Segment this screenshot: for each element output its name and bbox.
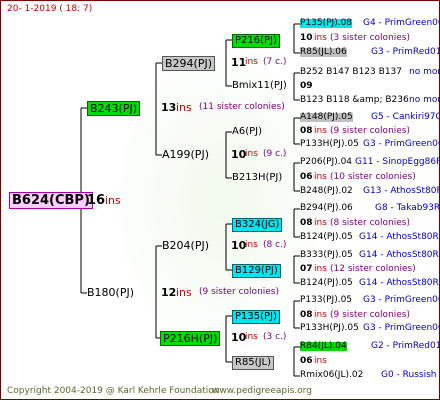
gen4-ins-count: 06 [300,172,313,182]
gen4-sister-colonies: (8 sister colonies) [330,218,411,228]
gen1-sister-colonies: (11 sister colonies) [199,102,285,112]
gen3-queen-a6[interactable]: A6(PJ) [232,127,262,137]
gen1-queen-b180[interactable]: B180(PJ) [87,287,134,298]
gen2-ins-label: ins [245,240,258,250]
gen4-breeder: G3 - PrimGreen00 [363,295,440,305]
gen2-sister-colonies: (7 c.) [263,57,287,67]
gen4-breeder: no more [409,67,439,77]
gen4-ins-label: ins [314,356,327,366]
gen4-breeder: G2 - PrimRed01 [371,341,440,351]
report-date: 20- 1-2019 ( 18: 7) [7,4,93,14]
gen4-mother-breeder: G14 - AthosSt80R [359,232,439,242]
gen4-queen[interactable]: A148(PJ).05 [300,113,353,122]
gen2-queen-a199[interactable]: A199(PJ) [162,149,209,160]
gen2-ins-label: ins [245,57,258,67]
gen4-sister-colonies: (10 sister colonies) [330,172,416,182]
gen4-mother[interactable]: B124(PJ).05 [300,279,353,288]
gen2-queen-b294[interactable]: B294(PJ) [162,56,216,71]
gen2-sister-colonies: (8 c.) [263,240,287,250]
gen4-mother[interactable]: Rmix06(JL).02 [300,371,363,380]
gen3-queen-b324[interactable]: B324(JG) [232,218,283,232]
gen4-queen[interactable]: P133(PJ).05 [300,296,352,305]
gen2-sister-colonies: (3 c.) [263,332,287,342]
gen1-ins-label: ins [176,101,192,114]
gen4-sister-colonies: (12 sister colonies) [330,264,416,274]
pedigree-frame: 20- 1-2019 ( 18: 7) B624(CBP) 16 ins B24… [0,0,440,400]
gen3-queen-b213h[interactable]: B213H(PJ) [232,173,282,183]
gen4-sister-colonies: (3 sister colonies) [330,33,411,43]
gen3-queen-p135[interactable]: P135(PJ) [232,310,280,324]
gen3-queen-r85[interactable]: R85(JL) [232,356,274,370]
gen4-ins-count: 09 [300,81,313,91]
gen4-mother-breeder: G3 - PrimGreen00 [363,139,440,149]
gen4-ins-count: 10 [300,33,313,43]
gen4-ins-count: 06 [300,356,313,366]
gen4-ins-count: 08 [300,310,313,320]
gen3-queen-b129[interactable]: B129(PJ) [232,264,281,278]
gen4-ins-label: ins [314,126,327,136]
gen4-queen[interactable]: P135(PJ).08 [300,19,353,28]
gen4-ins-label: ins [314,264,327,274]
gen4-breeder: G4 - PrimGreen00 [363,18,440,28]
gen2-ins-label: ins [245,149,258,159]
gen4-mother[interactable]: P133H(PJ).05 [300,140,359,149]
gen1-queen-b243[interactable]: B243(PJ) [87,101,141,116]
gen1-ins-count: 13 [161,101,177,114]
root-ins-count: 16 [87,193,106,208]
gen4-sister-colonies: (9 sister colonies) [330,126,411,136]
gen2-ins-label: ins [245,332,258,342]
gen4-mother-breeder: G3 - PrimGreen00 [363,323,440,333]
gen4-queen[interactable]: B294(PJ).06 [300,204,353,213]
gen3-queen-p216[interactable]: P216(PJ) [232,34,280,48]
gen4-mother-breeder: G14 - AthosSt80R [359,278,439,288]
gen4-mother[interactable]: B248(PJ).02 [300,187,353,196]
gen4-queen[interactable]: B333(PJ).05 [300,251,353,260]
footer-site-link[interactable]: www.pedigreeapis.org [212,387,312,396]
gen4-ins-count: 08 [300,218,313,228]
gen2-queen-b204[interactable]: B204(PJ) [162,240,209,251]
gen4-mother[interactable]: B123 B118 &amp; B236 [300,96,409,105]
gen4-ins-label: ins [314,172,327,182]
gen4-mother-breeder: G3 - PrimRed01 [371,47,440,57]
gen4-breeder: G5 - Cankiri97Q [371,112,440,122]
gen4-mother[interactable]: B124(PJ).05 [300,233,353,242]
gen4-ins-label: ins [314,310,327,320]
gen4-ins-count: 07 [300,264,313,274]
gen4-mother-breeder: G13 - AthosSt80R [363,186,440,196]
gen1-ins-count: 12 [161,286,177,299]
gen4-breeder: G11 - SinopEgg86R [355,157,440,167]
gen4-queen[interactable]: B252 B147 B123 B137 [300,68,402,77]
footer-copyright: Copyright 2004-2019 @ Karl Kehrle Founda… [7,386,220,396]
gen2-queen-p216h[interactable]: P216H(PJ) [160,331,221,346]
gen4-ins-label: ins [314,33,327,43]
gen3-queen-bmix11[interactable]: Bmix11(PJ) [232,81,287,91]
gen4-breeder: G8 - Takab93R [375,203,440,213]
gen1-sister-colonies: (9 sister colonies) [199,287,280,297]
gen4-sister-colonies: (9 sister colonies) [330,310,411,320]
gen4-mother[interactable]: P133H(PJ).05 [300,324,359,333]
gen4-queen[interactable]: R84(JL).04 [300,342,347,351]
root-queen[interactable]: B624(CBP) [9,192,93,209]
gen4-queen[interactable]: P206(PJ).04 [300,158,352,167]
gen2-sister-colonies: (9 c.) [263,149,287,159]
gen4-mother-breeder: no more [409,95,439,105]
gen4-mother[interactable]: R85(JL).06 [300,48,347,57]
gen1-ins-label: ins [176,286,192,299]
gen4-ins-count: 08 [300,126,313,136]
gen4-breeder: G14 - AthosSt80R [359,250,439,260]
root-ins-label: ins [105,194,121,207]
gen4-ins-label: ins [314,218,327,228]
gen4-mother-breeder: G0 - Russish [381,370,437,380]
